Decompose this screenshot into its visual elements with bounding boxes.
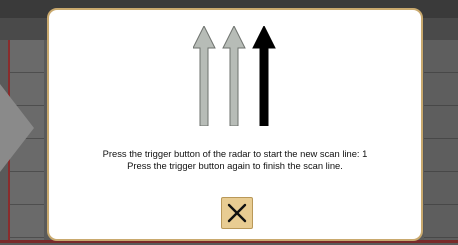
arrow-up-icon (193, 26, 216, 126)
scan-line-dialog: Press the trigger button of the radar to… (47, 8, 423, 241)
list-item (424, 40, 458, 73)
chevron-left-icon[interactable] (0, 84, 34, 172)
list-item (10, 40, 44, 73)
list-item (10, 172, 44, 205)
list-item (10, 205, 44, 238)
screen: Press the trigger button of the radar to… (0, 0, 458, 245)
close-button[interactable] (221, 197, 253, 229)
instruction-text: Press the trigger button of the radar to… (49, 148, 421, 172)
instruction-line-1: Press the trigger button of the radar to… (102, 148, 368, 159)
arrow-up-icon (252, 26, 276, 126)
list-item (424, 172, 458, 205)
scan-direction-arrows (193, 26, 276, 126)
instruction-line-2: Press the trigger button again to finish… (127, 160, 343, 171)
list-item (424, 73, 458, 106)
list-item (424, 106, 458, 139)
list-item (424, 139, 458, 172)
right-list (424, 40, 458, 240)
list-item (424, 205, 458, 238)
close-icon (227, 203, 247, 223)
arrow-up-icon (222, 26, 246, 126)
